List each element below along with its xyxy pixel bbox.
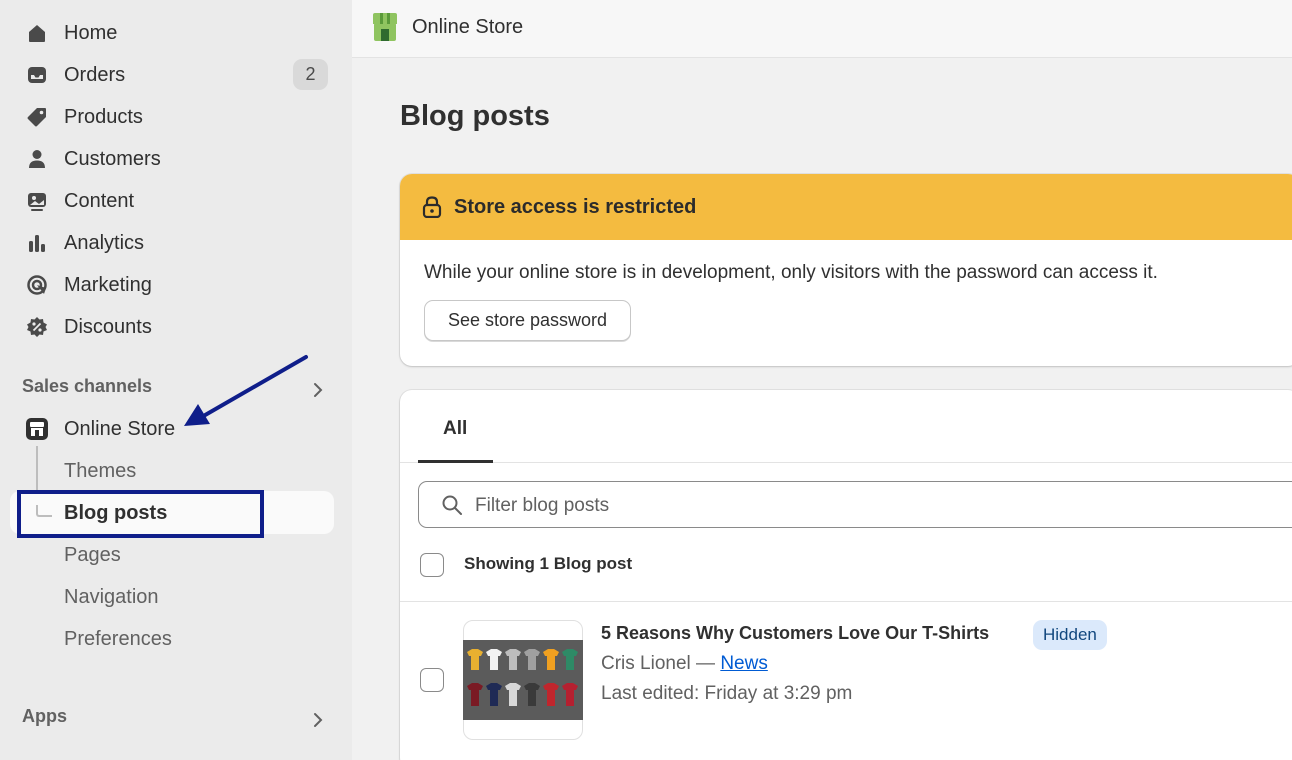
sidebar-item-label: Orders <box>64 63 126 86</box>
tab-all[interactable]: All <box>443 418 467 440</box>
sidebar-item-label: Discounts <box>64 315 152 338</box>
post-author: Cris Lionel <box>601 653 691 674</box>
sidebar-subitem-preferences[interactable]: Preferences <box>64 628 172 651</box>
sidebar-item-content[interactable]: Content <box>0 181 340 221</box>
row-checkbox[interactable] <box>420 668 444 692</box>
banner-header: Store access is restricted <box>400 174 1292 240</box>
shopify-store-icon <box>371 12 399 42</box>
storefront-icon <box>25 417 49 441</box>
row-divider <box>400 601 1292 602</box>
sidebar-subitem-themes[interactable]: Themes <box>64 460 136 483</box>
annotation-highlight-box <box>17 490 264 538</box>
sidebar-item-label: Customers <box>64 147 161 170</box>
chevron-right-icon[interactable] <box>310 380 326 400</box>
inbox-icon <box>25 63 49 87</box>
store-access-banner: Store access is restricted While your on… <box>400 174 1292 366</box>
select-all-checkbox[interactable] <box>420 553 444 577</box>
post-title-link[interactable]: 5 Reasons Why Customers Love Our T-Shirt… <box>601 623 989 644</box>
orders-count-badge: 2 <box>293 59 328 90</box>
home-icon <box>25 21 49 45</box>
topbar-title: Online Store <box>412 16 524 38</box>
banner-heading: Store access is restricted <box>454 196 697 218</box>
annotation-arrow-icon <box>184 355 308 426</box>
lock-icon <box>422 196 442 219</box>
post-last-edited: Last edited: Friday at 3:29 pm <box>601 683 853 704</box>
sidebar-item-label: Content <box>64 189 135 212</box>
sidebar-item-label: Online Store <box>64 417 176 440</box>
person-icon <box>25 147 49 171</box>
sidebar-item-marketing[interactable]: Marketing <box>0 265 340 305</box>
tshirts-image <box>463 640 583 720</box>
tag-icon <box>25 105 49 129</box>
sidebar-subitem-pages[interactable]: Pages <box>64 544 121 567</box>
target-icon <box>25 273 49 297</box>
sidebar-item-analytics[interactable]: Analytics <box>0 223 340 263</box>
sidebar-subitem-navigation[interactable]: Navigation <box>64 586 159 609</box>
blog-posts-card: All Filter blog posts Showing 1 Blog pos… <box>400 390 1292 760</box>
post-thumbnail <box>463 620 583 740</box>
search-icon <box>441 494 463 516</box>
image-icon <box>25 189 49 213</box>
sidebar: Home Orders 2 Products Customers Content… <box>0 0 352 760</box>
sidebar-item-label: Products <box>64 105 143 128</box>
blog-link[interactable]: News <box>720 653 768 674</box>
chevron-right-icon[interactable] <box>310 710 326 730</box>
tab-divider <box>400 462 1292 463</box>
post-author-line: Cris Lionel — News <box>601 653 768 675</box>
filter-placeholder: Filter blog posts <box>475 495 610 516</box>
sidebar-item-label: Analytics <box>64 231 145 254</box>
sales-channels-heading: Sales channels <box>22 376 153 396</box>
sidebar-item-products[interactable]: Products <box>0 97 340 137</box>
banner-text: While your online store is in developmen… <box>424 262 1158 283</box>
sidebar-item-discounts[interactable]: Discounts <box>0 307 340 347</box>
showing-count: Showing 1 Blog post <box>464 554 633 573</box>
apps-heading: Apps <box>22 706 67 726</box>
filter-blog-posts-input[interactable]: Filter blog posts <box>418 481 1292 528</box>
author-separator: — <box>690 653 721 674</box>
discount-icon <box>25 315 49 339</box>
sidebar-item-home[interactable]: Home <box>0 13 340 53</box>
bar-chart-icon <box>25 231 49 255</box>
sidebar-item-label: Home <box>64 21 118 44</box>
page-title: Blog posts <box>400 100 550 132</box>
top-bar: Online Store <box>352 0 1292 58</box>
tab-active-underline <box>418 460 493 463</box>
status-badge: Hidden <box>1033 620 1107 650</box>
see-store-password-button[interactable]: See store password <box>424 300 631 341</box>
sidebar-item-orders[interactable]: Orders <box>0 55 340 95</box>
sidebar-item-customers[interactable]: Customers <box>0 139 340 179</box>
sidebar-item-label: Marketing <box>64 273 152 296</box>
